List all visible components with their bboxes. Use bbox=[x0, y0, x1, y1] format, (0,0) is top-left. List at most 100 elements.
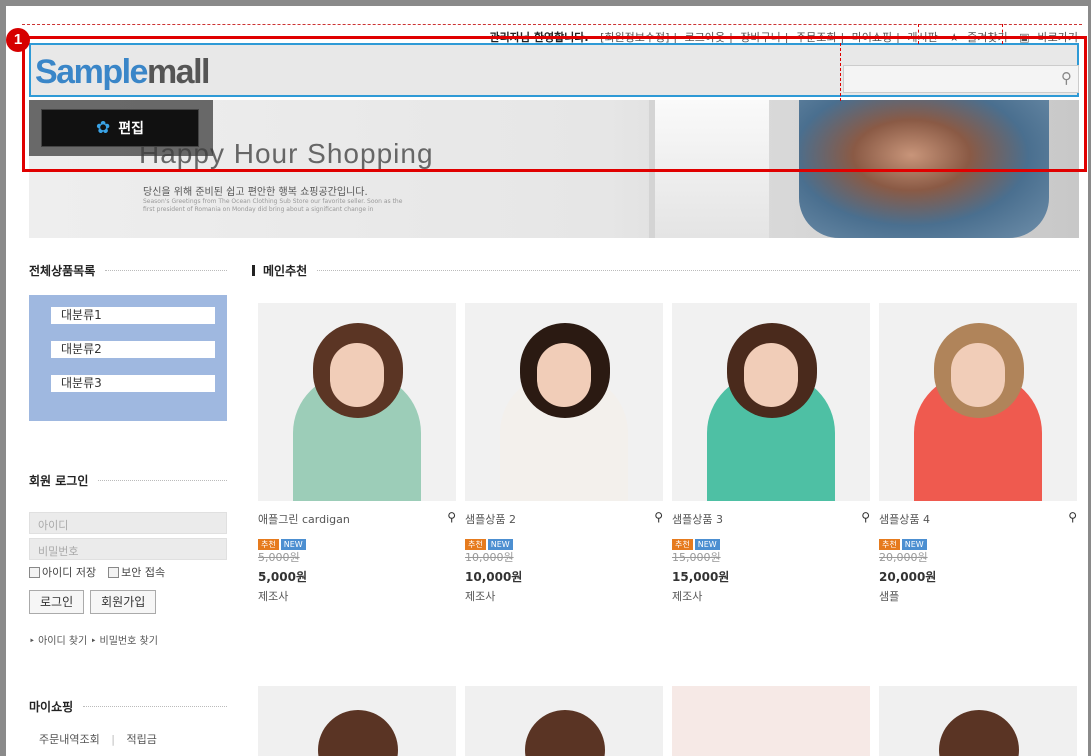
badges: 추천 NEW bbox=[465, 532, 663, 550]
logo-part1: Sample bbox=[35, 53, 148, 91]
save-id-label: 아이디 저장 bbox=[42, 566, 97, 579]
sale-price: 20,000원 bbox=[879, 570, 937, 584]
manufacturer: 제조사 bbox=[258, 590, 289, 603]
product-card[interactable]: 샘플상품 3 ⚲ 추천 NEW 15,000원 15,000원 제조사 bbox=[672, 303, 870, 604]
guide-line bbox=[1002, 24, 1003, 44]
original-price: 20,000원 bbox=[879, 551, 928, 564]
zoom-icon[interactable]: ⚲ bbox=[447, 510, 456, 524]
product-card[interactable]: 샘플상품 2 ⚲ 추천 NEW 10,000원 10,000원 제조사 bbox=[465, 303, 663, 604]
login-title: 회원 로그인 bbox=[29, 472, 227, 489]
model-image bbox=[525, 710, 605, 756]
find-pw-link[interactable]: 비밀번호 찾기 bbox=[100, 636, 158, 647]
product-image[interactable] bbox=[879, 303, 1077, 501]
manufacturer: 제조사 bbox=[672, 590, 703, 603]
points-link[interactable]: 적립금 bbox=[126, 733, 156, 746]
myshop-links: 주문내역조회 | 적립금 bbox=[39, 733, 157, 746]
model-image bbox=[939, 710, 1019, 756]
myshop-title: 마이쇼핑 bbox=[29, 698, 227, 715]
model-image bbox=[318, 710, 398, 756]
title-bar bbox=[252, 265, 255, 276]
badges: 추천 NEW bbox=[672, 532, 870, 550]
sale-price: 5,000원 bbox=[258, 570, 307, 584]
login-buttons: 로그인 회원가입 bbox=[29, 590, 227, 614]
product-thumb[interactable] bbox=[672, 686, 870, 756]
edit-label: 편집 bbox=[118, 121, 144, 137]
left-sidebar: 전체상품목록 대분류1 대분류2 대분류3 회원 로그인 아이디 비밀번호 아이… bbox=[29, 262, 227, 746]
banner-fine-print: Season's Greetings from The Ocean Clothi… bbox=[143, 198, 403, 213]
badges: 추천 NEW bbox=[258, 532, 456, 550]
product-name[interactable]: 샘플상품 4 bbox=[879, 513, 930, 526]
original-price: 10,000원 bbox=[465, 551, 514, 564]
category-item-3[interactable]: 대분류3 bbox=[51, 375, 215, 392]
category-item-1[interactable]: 대분류1 bbox=[51, 307, 215, 324]
badges: 추천 NEW bbox=[879, 532, 1077, 550]
product-image[interactable] bbox=[672, 303, 870, 501]
search-icon[interactable]: ⚲ bbox=[1061, 69, 1072, 87]
product-name-row: 애플그린 cardigan ⚲ bbox=[258, 510, 456, 526]
myshop-section: 마이쇼핑 주문내역조회 | 적립금 bbox=[29, 698, 227, 747]
sale-price: 10,000원 bbox=[465, 570, 523, 584]
header-area[interactable]: Samplemall ⚲ bbox=[29, 43, 1079, 97]
banner-subtitle: 당신을 위해 준비된 쉽고 편안한 행복 쇼핑공간입니다. bbox=[143, 187, 368, 198]
product-thumb[interactable] bbox=[258, 686, 456, 756]
product-thumb[interactable] bbox=[465, 686, 663, 756]
logo[interactable]: Samplemall bbox=[35, 53, 211, 92]
product-image[interactable] bbox=[258, 303, 456, 501]
manufacturer: 샘플 bbox=[879, 590, 900, 603]
step-marker: 1 bbox=[6, 28, 30, 52]
divider bbox=[105, 270, 227, 271]
model-face bbox=[744, 343, 798, 407]
model-face bbox=[537, 343, 591, 407]
zoom-icon[interactable]: ⚲ bbox=[1068, 510, 1077, 524]
categories-title: 전체상품목록 bbox=[29, 262, 227, 279]
id-field[interactable]: 아이디 bbox=[29, 512, 227, 534]
gear-icon: ✿ bbox=[95, 118, 111, 138]
divider bbox=[83, 706, 227, 707]
category-item-2[interactable]: 대분류2 bbox=[51, 341, 215, 358]
banner-window-image bbox=[649, 100, 769, 238]
save-id-checkbox[interactable] bbox=[29, 567, 40, 578]
product-name-row: 샘플상품 3 ⚲ bbox=[672, 510, 870, 526]
zoom-icon[interactable]: ⚲ bbox=[654, 510, 663, 524]
divider bbox=[98, 480, 227, 481]
zoom-icon[interactable]: ⚲ bbox=[861, 510, 870, 524]
product-image[interactable] bbox=[465, 303, 663, 501]
edit-button[interactable]: ✿ 편집 bbox=[41, 109, 199, 147]
top-utility-bar: 관리자님 환영합니다. [회원정보수정] | 로그아웃 | 장바구니 | 주문조회 | … bbox=[22, 24, 1082, 44]
orders-link[interactable]: 주문내역조회 bbox=[39, 733, 100, 746]
join-button[interactable]: 회원가입 bbox=[90, 590, 157, 614]
product-name-row: 샘플상품 4 ⚲ bbox=[879, 510, 1077, 526]
find-id-link[interactable]: 아이디 찾기 bbox=[38, 636, 87, 647]
original-price: 5,000원 bbox=[258, 551, 300, 564]
main-recommend-title: 메인추천 bbox=[252, 262, 1080, 279]
manufacturer: 제조사 bbox=[465, 590, 496, 603]
login-button[interactable]: 로그인 bbox=[29, 590, 85, 614]
model-face bbox=[330, 343, 384, 407]
myshop-title-text: 마이쇼핑 bbox=[29, 700, 74, 714]
login-title-text: 회원 로그인 bbox=[29, 474, 89, 488]
product-card[interactable]: 애플그린 cardigan ⚲ 추천 NEW 5,000원 5,000원 제조사 bbox=[258, 303, 456, 604]
product-name-row: 샘플상품 2 ⚲ bbox=[465, 510, 663, 526]
guide-line bbox=[918, 24, 919, 44]
secure-checkbox[interactable] bbox=[108, 567, 120, 578]
save-id-option[interactable]: 아이디 저장 bbox=[29, 564, 96, 580]
find-links: ‣ 아이디 찾기 ‣ 비밀번호 찾기 bbox=[29, 636, 158, 647]
secure-option[interactable]: 보안 접속 bbox=[108, 564, 165, 580]
password-field[interactable]: 비밀번호 bbox=[29, 538, 227, 560]
edit-panel: ✿ 편집 bbox=[29, 100, 213, 156]
banner-model-image bbox=[799, 100, 1049, 238]
logo-part2: mall bbox=[146, 53, 211, 91]
sale-price: 15,000원 bbox=[672, 570, 730, 584]
divider bbox=[317, 270, 1080, 271]
login-options: 아이디 저장 보안 접속 bbox=[29, 564, 227, 580]
product-card[interactable]: 샘플상품 4 ⚲ 추천 NEW 20,000원 20,000원 샘플 bbox=[879, 303, 1077, 604]
login-form: 아이디 비밀번호 아이디 저장 보안 접속 로그인 회원가입 ‣ 아이디 찾기 … bbox=[29, 512, 227, 647]
product-name[interactable]: 샘플상품 2 bbox=[465, 513, 516, 526]
product-name[interactable]: 애플그린 cardigan bbox=[258, 513, 350, 526]
product-row-2 bbox=[258, 686, 1078, 756]
categories-title-text: 전체상품목록 bbox=[29, 264, 96, 278]
guide-line bbox=[840, 43, 841, 101]
product-name[interactable]: 샘플상품 3 bbox=[672, 513, 723, 526]
search-input[interactable]: ⚲ bbox=[843, 65, 1079, 93]
product-thumb[interactable] bbox=[879, 686, 1077, 756]
